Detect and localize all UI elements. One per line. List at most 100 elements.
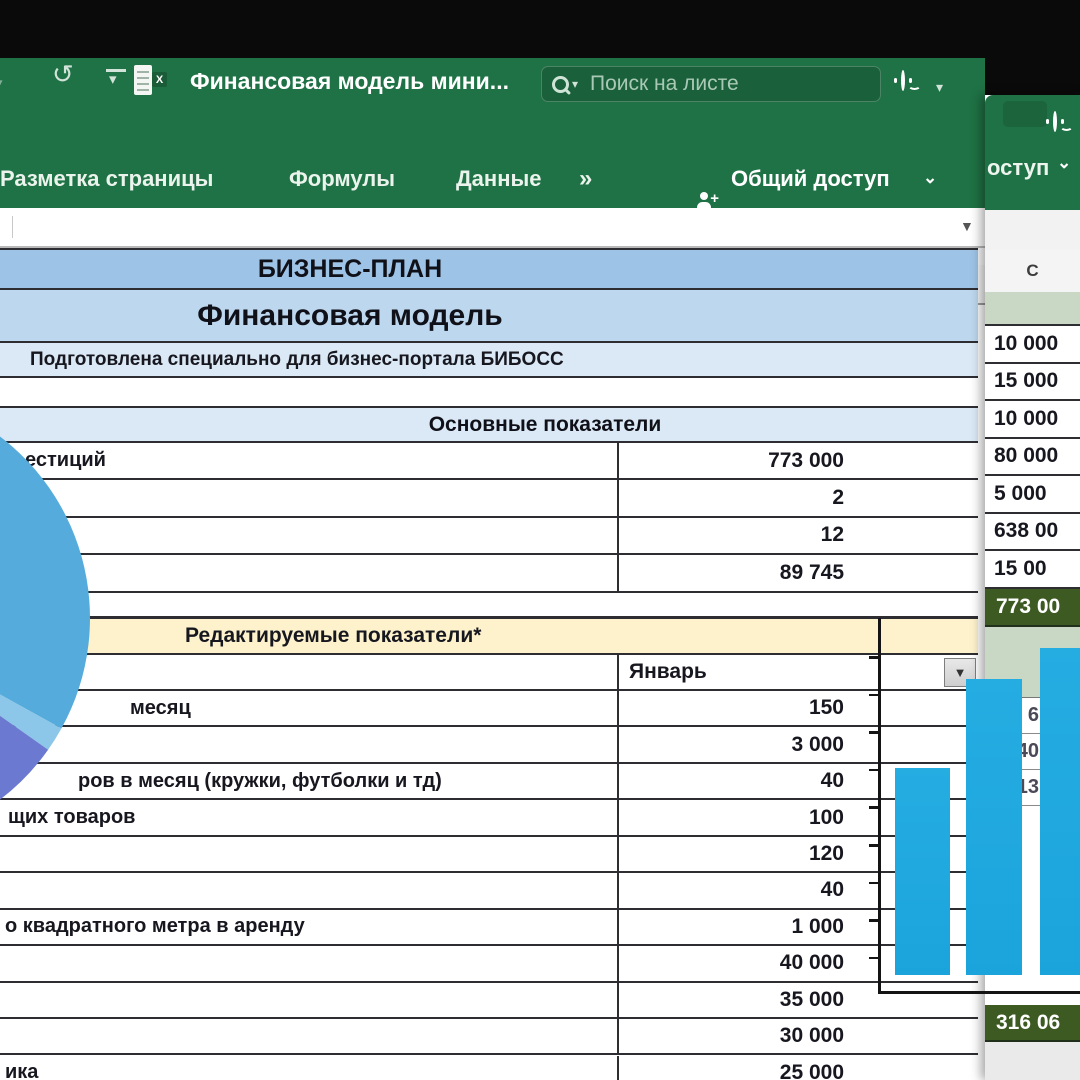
feedback-smiley-icon[interactable] (901, 70, 905, 91)
edit-row-5[interactable]: 40 (0, 873, 978, 909)
title-toolbar: ▾ ↺ ▾ X Финансовая модель мини... ▾ Поис… (0, 58, 985, 150)
y-axis-tick-1 (869, 694, 880, 697)
right-column-header[interactable]: C (985, 250, 1080, 294)
row-value[interactable]: 35 000 (617, 983, 976, 1017)
share-button-fragment[interactable]: оступ (987, 155, 1049, 181)
share-button[interactable]: Общий доступ (731, 166, 890, 192)
row-empty[interactable] (0, 378, 978, 408)
tabs-overflow-icon[interactable]: » (579, 165, 590, 193)
row-label: ров в месяц (кружки, футболки и тд) (78, 764, 442, 798)
row-label: щих товаров (8, 800, 135, 834)
bar-1[interactable] (966, 679, 1022, 975)
search-scope-chevron-icon[interactable]: ▾ (572, 77, 578, 91)
right-row-6[interactable]: 15 00 (985, 551, 1080, 589)
total-revenue-value: 316 06 (996, 1011, 1060, 1035)
right-row-0[interactable]: 10 000 (985, 326, 1080, 364)
edit-row-3[interactable]: щих товаров100 (0, 800, 978, 836)
business-plan-title: БИЗНЕС-ПЛАН (258, 255, 442, 284)
edit-row-10[interactable]: ика25 000 (0, 1056, 978, 1080)
kpi-row-3[interactable]: 89 745 (0, 555, 978, 592)
feedback-smiley-icon[interactable] (1053, 111, 1057, 132)
row-month-selector[interactable]: Январь ▼ (0, 655, 978, 692)
excel-main-window: ▾ ↺ ▾ X Финансовая модель мини... ▾ Поис… (0, 58, 985, 1080)
search-placeholder: Поиск на листе (590, 72, 739, 96)
bar-2[interactable] (1040, 648, 1080, 975)
share-chevron-icon[interactable]: ⌄ (1057, 153, 1071, 173)
note-text: Подготовлена специально для бизнес-порта… (30, 343, 564, 376)
namebox-dropdown-icon[interactable]: ▼ (960, 218, 974, 234)
edit-row-9[interactable]: 30 000 (0, 1019, 978, 1055)
y-axis-tick-3 (869, 769, 880, 772)
section-main-title: Основные показатели (429, 413, 662, 437)
row-value[interactable]: 12 (617, 518, 976, 553)
kpi-row-1[interactable]: 2 (0, 480, 978, 517)
row-section-edit[interactable]: Редактируемые показатели* (0, 618, 978, 655)
row-value[interactable]: 2 (617, 480, 976, 515)
edit-row-0[interactable]: месяц 150 (0, 691, 978, 727)
right-window-toolbar: оступ ⌄ (985, 95, 1080, 210)
right-row-5[interactable]: 638 00 (985, 514, 1080, 552)
bar-0[interactable] (895, 768, 950, 975)
section-edit-title: Редактируемые показатели* (185, 619, 481, 653)
row-note[interactable]: Подготовлена специально для бизнес-порта… (0, 343, 978, 378)
quick-access-dropdown-arrow-icon[interactable]: ▾ (109, 72, 117, 87)
search-input[interactable]: ▾ Поиск на листе (541, 66, 881, 102)
share-chevron-icon[interactable]: ⌄ (923, 168, 937, 188)
ribbon-tabs: Разметка страницы Формулы Данные » + Общ… (0, 150, 985, 208)
edit-row-8[interactable]: 35 000 (0, 983, 978, 1019)
right-window-footer (985, 1042, 1080, 1080)
column-letter: C (1026, 261, 1038, 281)
y-axis-tick-6 (869, 882, 880, 885)
kpi-row-2[interactable]: 12 (0, 518, 978, 555)
total-investment-row[interactable]: 773 00 (985, 589, 1080, 628)
month-value: Январь (629, 660, 707, 684)
edit-row-4[interactable]: 120 (0, 837, 978, 873)
row-value[interactable]: 30 000 (617, 1019, 976, 1053)
right-row-3[interactable]: 80 000 (985, 439, 1080, 477)
kpi-row-0[interactable]: естиций 773 000 (0, 443, 978, 480)
row-section-main[interactable]: Основные показатели (0, 408, 978, 443)
row-value[interactable]: 150 (617, 691, 976, 725)
bar-chart-x-axis (878, 991, 1080, 994)
toolbar-button-remnant[interactable] (1003, 101, 1047, 127)
row-label: естиций (25, 443, 106, 478)
edit-row-6[interactable]: о квадратного метра в аренду1 000 (0, 910, 978, 946)
total-revenue-row[interactable]: 316 06 (985, 1005, 1080, 1042)
edit-row-7[interactable]: 40 000 (0, 946, 978, 982)
row-label: о квадратного метра в аренду (5, 910, 305, 944)
edit-row-2[interactable]: ров в месяц (кружки, футболки и тд)40 (0, 764, 978, 800)
row-value[interactable]: 3 000 (617, 727, 976, 761)
tab-formulas[interactable]: Формулы (289, 166, 395, 192)
tab-data[interactable]: Данные (456, 166, 542, 192)
feedback-dropdown-icon[interactable]: ▾ (936, 80, 943, 94)
formula-bar-divider (12, 216, 13, 238)
right-window-ribbon-area (985, 210, 1080, 251)
selection-band[interactable] (985, 292, 1080, 326)
row-value[interactable]: 89 745 (617, 555, 976, 590)
y-axis-tick-4 (869, 806, 880, 809)
formula-bar[interactable] (0, 208, 985, 248)
desktop-background: ▾ ↺ ▾ X Финансовая модель мини... ▾ Поис… (0, 0, 1080, 1080)
total-investment-value: 773 00 (996, 595, 1060, 619)
month-cell[interactable]: Январь (617, 655, 976, 690)
row-business-plan-title[interactable]: БИЗНЕС-ПЛАН (0, 248, 978, 290)
right-row-2[interactable]: 10 000 (985, 401, 1080, 439)
financial-model-title: Финансовая модель (197, 299, 503, 333)
row-label: месяц (130, 691, 191, 725)
row-value[interactable]: 25 000 (617, 1056, 976, 1080)
undo-icon[interactable]: ↺ (52, 61, 74, 87)
chevron-down-icon[interactable]: ▾ (0, 76, 3, 91)
row-value[interactable]: 773 000 (617, 443, 976, 478)
right-row-1[interactable]: 15 000 (985, 364, 1080, 402)
y-axis-tick-2 (869, 731, 880, 734)
y-axis-tick-5 (869, 844, 880, 847)
right-row-4[interactable]: 5 000 (985, 476, 1080, 514)
y-axis-tick-7 (869, 919, 880, 922)
y-axis-tick-0 (869, 656, 880, 659)
tab-page-layout[interactable]: Разметка страницы (0, 166, 213, 192)
document-title: Финансовая модель мини... (190, 68, 509, 95)
row-gap[interactable] (0, 593, 978, 618)
row-financial-model-title[interactable]: Финансовая модель (0, 290, 978, 343)
y-axis-tick-8 (869, 957, 880, 960)
edit-row-1[interactable]: 3 000 (0, 727, 978, 763)
